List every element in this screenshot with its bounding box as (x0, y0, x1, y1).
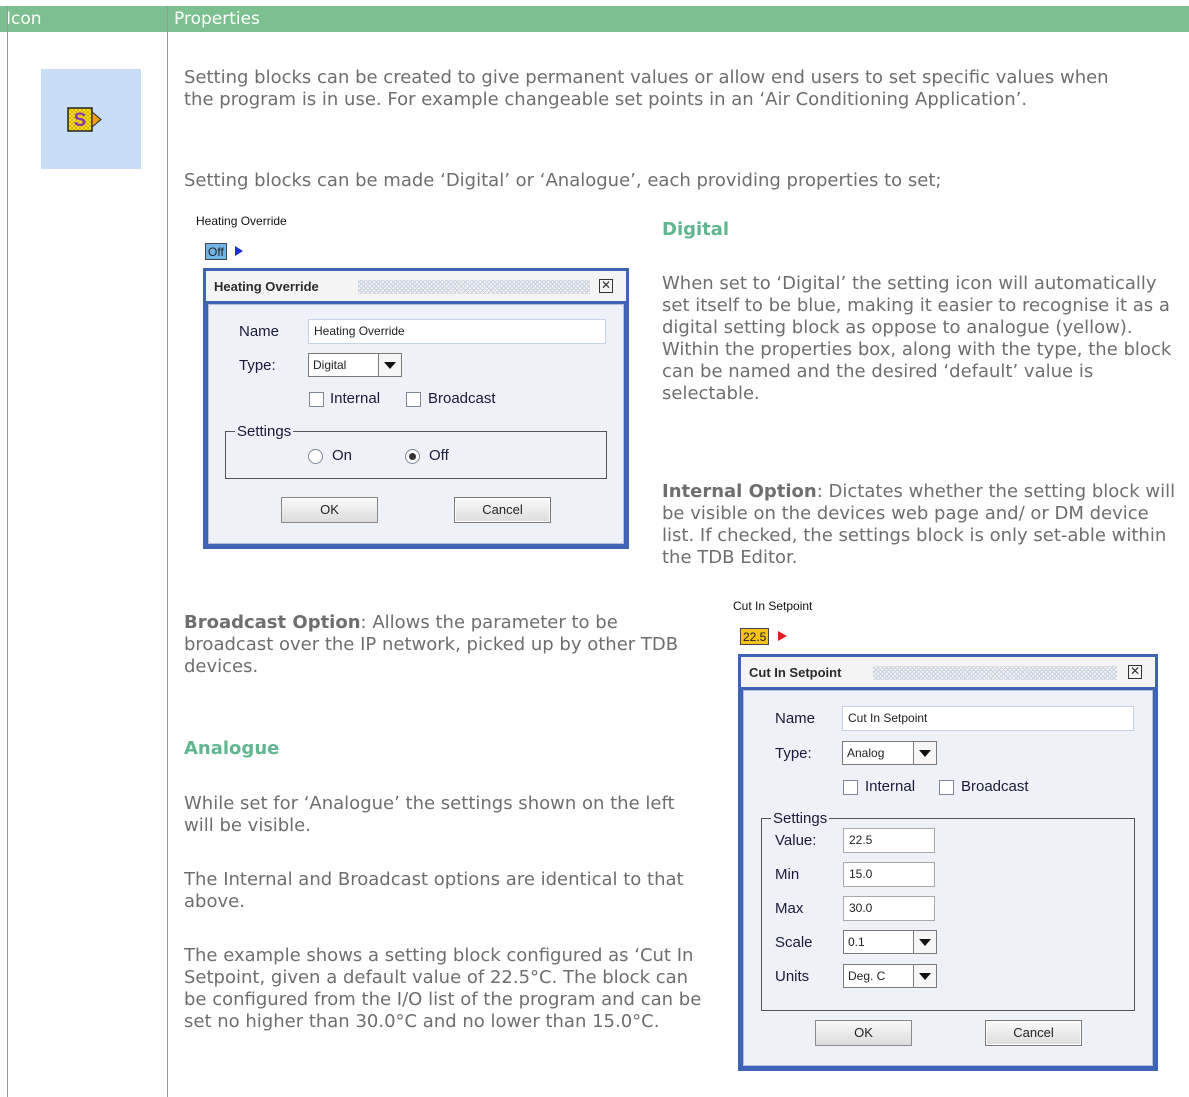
max-field[interactable]: 30.0 (843, 896, 935, 921)
broadcast-option-paragraph: Broadcast Option: Allows the parameter t… (184, 612, 694, 678)
units-label: Units (775, 968, 810, 985)
internal-checkbox[interactable] (843, 780, 858, 795)
broadcast-label: Broadcast (428, 390, 496, 407)
name-label: Name (239, 323, 280, 340)
units-select-value: Deg. C (848, 969, 886, 983)
analogue-paragraph-3: The example shows a setting block config… (184, 945, 702, 1032)
broadcast-label: Broadcast (961, 778, 1029, 795)
analogue-heading: Analogue (184, 738, 280, 759)
digital-caption: Heating Override (196, 214, 287, 228)
name-label: Name (775, 710, 816, 727)
digital-tag[interactable]: Off (205, 243, 227, 260)
radio-on-label: On (332, 447, 353, 464)
cancel-button[interactable]: Cancel (985, 1020, 1082, 1046)
internal-checkbox[interactable] (309, 392, 324, 407)
broadcast-checkbox[interactable] (939, 780, 954, 795)
chevron-down-icon[interactable] (378, 354, 401, 376)
scale-label: Scale (775, 934, 813, 951)
settings-group-label: Settings (235, 423, 294, 440)
intro-paragraph-1: Setting blocks can be created to give pe… (184, 67, 1109, 110)
dialog-body: Name Heating Override Type: Digital Inte… (208, 304, 624, 544)
header-properties-column: Properties (168, 6, 1189, 32)
min-label: Min (775, 866, 800, 883)
internal-option-label: Internal Option (662, 481, 817, 502)
dialog-title-bar: Heating Override ✕ (206, 271, 626, 301)
cancel-button[interactable]: Cancel (454, 497, 551, 523)
icon-letter: S (74, 110, 87, 131)
type-select[interactable]: Analog (842, 741, 937, 765)
digital-tag-arrow-icon (235, 246, 243, 256)
analogue-paragraph-1: While set for ‘Analogue’ the settings sh… (184, 793, 675, 836)
chevron-down-icon[interactable] (913, 931, 936, 953)
internal-option-paragraph: Internal Option: Dictates whether the se… (662, 481, 1182, 569)
dialog-body: Name Cut In Setpoint Type: Analog Intern… (743, 690, 1153, 1066)
header-icon-column: Icon (0, 6, 167, 32)
radio-off[interactable] (405, 449, 420, 464)
header-icon-label: Icon (6, 9, 42, 29)
name-field[interactable]: Cut In Setpoint (842, 706, 1134, 731)
chevron-down-icon[interactable] (913, 742, 936, 764)
table-divider-middle (167, 6, 168, 1097)
radio-on[interactable] (308, 449, 323, 464)
internal-label: Internal (865, 778, 916, 795)
title-stripe (358, 280, 590, 294)
scale-select-value: 0.1 (848, 935, 865, 949)
type-select-value: Digital (313, 358, 347, 372)
dialog-title: Heating Override (214, 279, 319, 294)
analog-properties-dialog: Cut In Setpoint ✕ Name Cut In Setpoint T… (738, 654, 1158, 1071)
close-icon[interactable]: ✕ (599, 279, 613, 293)
analog-caption: Cut In Setpoint (733, 599, 813, 613)
internal-label: Internal (330, 390, 381, 407)
name-field[interactable]: Heating Override (308, 319, 606, 344)
type-label: Type: (239, 357, 276, 374)
digital-heading: Digital (662, 219, 730, 240)
intro-paragraph-2: Setting blocks can be made ‘Digital’ or … (184, 170, 942, 191)
close-icon[interactable]: ✕ (1128, 665, 1142, 679)
radio-off-label: Off (429, 447, 449, 464)
analog-tag[interactable]: 22.5 (740, 628, 770, 645)
settings-group-label: Settings (771, 810, 830, 827)
analog-tag-value: 22.5 (743, 630, 767, 644)
max-label: Max (775, 900, 804, 917)
settings-group (761, 818, 1135, 1011)
digital-properties-dialog: Heating Override ✕ Name Heating Override… (203, 268, 629, 549)
analogue-paragraph-2: The Internal and Broadcast options are i… (184, 869, 684, 912)
dialog-title-bar: Cut In Setpoint ✕ (741, 657, 1155, 687)
title-stripe (873, 666, 1117, 680)
digital-paragraph: When set to ‘Digital’ the setting icon w… (662, 273, 1172, 404)
scale-select[interactable]: 0.1 (843, 930, 937, 954)
ok-button[interactable]: OK (815, 1020, 912, 1046)
min-field[interactable]: 15.0 (843, 862, 935, 887)
value-field[interactable]: 22.5 (843, 828, 935, 853)
chevron-down-icon[interactable] (913, 965, 936, 987)
ok-button[interactable]: OK (281, 497, 378, 523)
units-select[interactable]: Deg. C (843, 964, 937, 988)
analog-tag-arrow-icon (778, 631, 787, 641)
table-divider-left (7, 6, 8, 1097)
type-select-value: Analog (847, 746, 885, 760)
value-label: Value: (775, 832, 817, 849)
broadcast-option-label: Broadcast Option (184, 612, 361, 633)
digital-tag-value: Off (208, 245, 224, 259)
type-select[interactable]: Digital (308, 353, 402, 377)
type-label: Type: (775, 745, 812, 762)
header-properties-label: Properties (174, 9, 260, 29)
setting-block-icon: S (67, 107, 102, 132)
icon-cell: S (41, 69, 141, 169)
dialog-title: Cut In Setpoint (749, 665, 842, 680)
broadcast-checkbox[interactable] (406, 392, 421, 407)
